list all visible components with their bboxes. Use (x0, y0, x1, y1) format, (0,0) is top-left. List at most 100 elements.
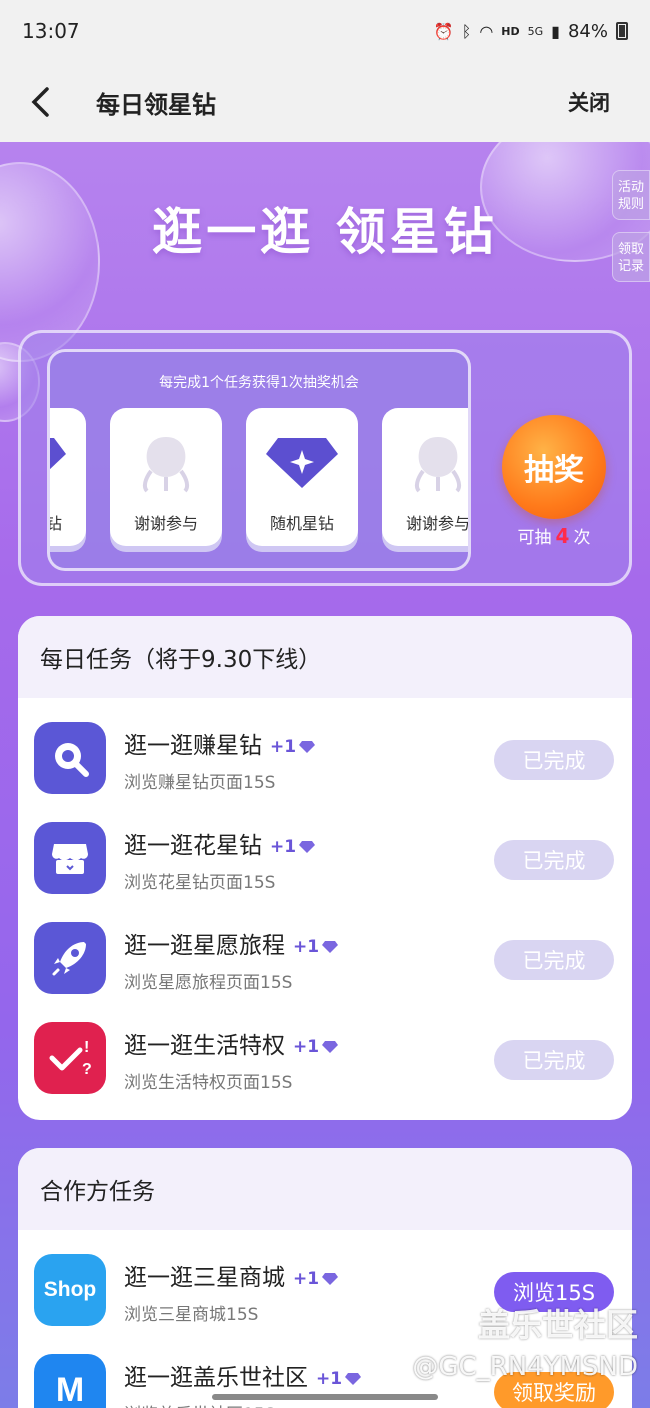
task-name-text: 逛一逛三星商城 (124, 1265, 285, 1291)
task-name-text: 逛一逛赚星钻 (124, 733, 262, 759)
task-bonus-text: +1 (270, 736, 297, 757)
task-name-text: 逛一逛生活特权 (124, 1033, 285, 1059)
check-icon: !? (49, 1039, 92, 1078)
signal-type: 5G (527, 24, 544, 38)
task-row: 逛一逛赚星钻 +1 浏览赚星钻页面15S 已完成 (18, 700, 632, 800)
task-desc: 浏览盖乐世社区15S (124, 1400, 275, 1408)
hero-title: 逛一逛 领星钻 (152, 203, 498, 261)
task-row: !? 逛一逛生活特权 +1 浏览生活特权页面15S 已完成 (18, 1000, 632, 1100)
task-name-text: 逛一逛花星钻 (124, 833, 262, 859)
partner-task-header: 合作方任务 (18, 1148, 632, 1230)
prize-carousel: 每完成1个任务获得1次抽奖机会 随机星钻 谢谢参与 (47, 349, 471, 571)
lottery-panel: 每完成1个任务获得1次抽奖机会 随机星钻 谢谢参与 (18, 330, 632, 586)
prize-label: 谢谢参与 (405, 514, 470, 533)
task-name-text: 逛一逛盖乐世社区 (124, 1365, 308, 1391)
diamond-icon (266, 438, 338, 488)
task-bonus: +1 (293, 1269, 339, 1289)
task-bonus: +1 (270, 837, 316, 857)
task-name: 逛一逛赚星钻 +1 (124, 726, 316, 760)
diamond-icon (50, 438, 66, 470)
task-name: 逛一逛三星商城 +1 (124, 1258, 339, 1292)
task-status-button[interactable]: 已完成 (494, 940, 614, 980)
prize-label: 谢谢参与 (133, 514, 198, 533)
shop-icon: Shop (43, 1278, 97, 1301)
thanks-icon (414, 437, 462, 493)
svg-text:!: ! (84, 1039, 89, 1056)
signal-icon: ▮ (551, 21, 560, 41)
task-status-button[interactable]: 已完成 (494, 740, 614, 780)
network-type: HD (501, 24, 520, 38)
task-icon (34, 922, 106, 994)
prize-item: 谢谢参与 (110, 408, 222, 546)
task-bonus-text: +1 (316, 1368, 343, 1389)
task-bonus: +1 (270, 737, 316, 757)
task-status-button[interactable]: 已完成 (494, 1040, 614, 1080)
task-status-button[interactable]: 已完成 (494, 840, 614, 880)
draw-button[interactable]: 抽奖 (502, 415, 606, 519)
task-desc: 浏览三星商城15S (124, 1305, 259, 1325)
prize-label: 随机星钻 (47, 514, 62, 533)
watermark-handle: @GC_RN4YMSND (412, 1352, 638, 1382)
alarm-icon: ⏰ (433, 21, 454, 41)
draw-count: 可抽 4 次 (491, 523, 617, 548)
daily-task-header: 每日任务（将于9.30下线） (18, 616, 632, 698)
gem-icon (322, 1040, 339, 1053)
task-icon: Shop (34, 1254, 106, 1326)
battery-icon (616, 22, 628, 40)
home-indicator[interactable] (212, 1394, 438, 1400)
status-icons: ⏰ ᛒ ◠ HD 5G ▮ 84% (434, 21, 628, 42)
close-button[interactable]: 关闭 (568, 87, 610, 117)
gem-icon (322, 940, 339, 953)
task-desc: 浏览星愿旅程页面15S (124, 973, 293, 993)
task-icon (34, 722, 106, 794)
task-row: 逛一逛花星钻 +1 浏览花星钻页面15S 已完成 (18, 800, 632, 900)
task-desc: 浏览花星钻页面15S (124, 873, 276, 893)
rules-tab[interactable]: 活动 规则 (612, 170, 650, 220)
svg-text:?: ? (82, 1061, 92, 1078)
task-bonus: +1 (293, 1037, 339, 1057)
wifi-icon: ◠ (479, 21, 494, 41)
status-time: 13:07 (22, 19, 80, 43)
task-name: 逛一逛花星钻 +1 (124, 826, 316, 860)
task-bonus-text: +1 (293, 936, 320, 957)
task-name: 逛一逛生活特权 +1 (124, 1026, 339, 1060)
task-icon: !? (34, 1022, 106, 1094)
store-icon (52, 844, 88, 874)
campaign-area: 逛一逛 领星钻 活动 规则 领取 记录 每完成1个任务获得1次抽奖机会 随机星钻… (0, 142, 650, 1408)
bluetooth-icon: ᛒ (461, 21, 472, 41)
draw-count-value: 4 (555, 524, 570, 548)
gem-icon (299, 740, 316, 753)
task-icon: M (34, 1354, 106, 1408)
records-tab[interactable]: 领取 记录 (612, 232, 650, 282)
gem-icon (299, 840, 316, 853)
task-name: 逛一逛星愿旅程 +1 (124, 926, 339, 960)
prize-item: 随机星钻 (246, 408, 358, 546)
daily-task-card: 每日任务（将于9.30下线） 逛一逛赚星钻 +1 浏览赚星钻页面15S 已完成 逛… (18, 616, 632, 1120)
task-row: 逛一逛星愿旅程 +1 浏览星愿旅程页面15S 已完成 (18, 900, 632, 1000)
prize-item: 随机星钻 (47, 408, 86, 546)
task-name-text: 逛一逛星愿旅程 (124, 933, 285, 959)
task-bonus-text: +1 (293, 1036, 320, 1057)
prize-track: 随机星钻 谢谢参与 随机星钻 (47, 408, 470, 548)
search-icon (55, 743, 89, 777)
thanks-icon (142, 437, 190, 493)
back-button[interactable] (0, 62, 80, 142)
gem-icon (345, 1372, 362, 1385)
app-bar: 每日领星钻 关闭 (0, 62, 650, 142)
prize-label: 随机星钻 (269, 514, 334, 533)
battery-percent: 84% (567, 20, 608, 42)
task-bonus: +1 (293, 937, 339, 957)
task-desc: 浏览赚星钻页面15S (124, 773, 276, 793)
chevron-left-icon (31, 87, 49, 117)
rocket-icon (52, 942, 86, 976)
task-name: 逛一逛盖乐世社区 +1 (124, 1358, 362, 1392)
task-icon (34, 822, 106, 894)
status-bar: 13:07 ⏰ ᛒ ◠ HD 5G ▮ 84% (0, 0, 650, 62)
community-icon: M (55, 1370, 85, 1408)
task-bonus-text: +1 (270, 836, 297, 857)
task-desc: 浏览生活特权页面15S (124, 1073, 293, 1093)
gem-icon (322, 1272, 339, 1285)
task-bonus: +1 (316, 1369, 362, 1389)
watermark-title: 盖乐世社区 (477, 1306, 638, 1344)
draw-count-prefix: 可抽 (517, 528, 552, 548)
